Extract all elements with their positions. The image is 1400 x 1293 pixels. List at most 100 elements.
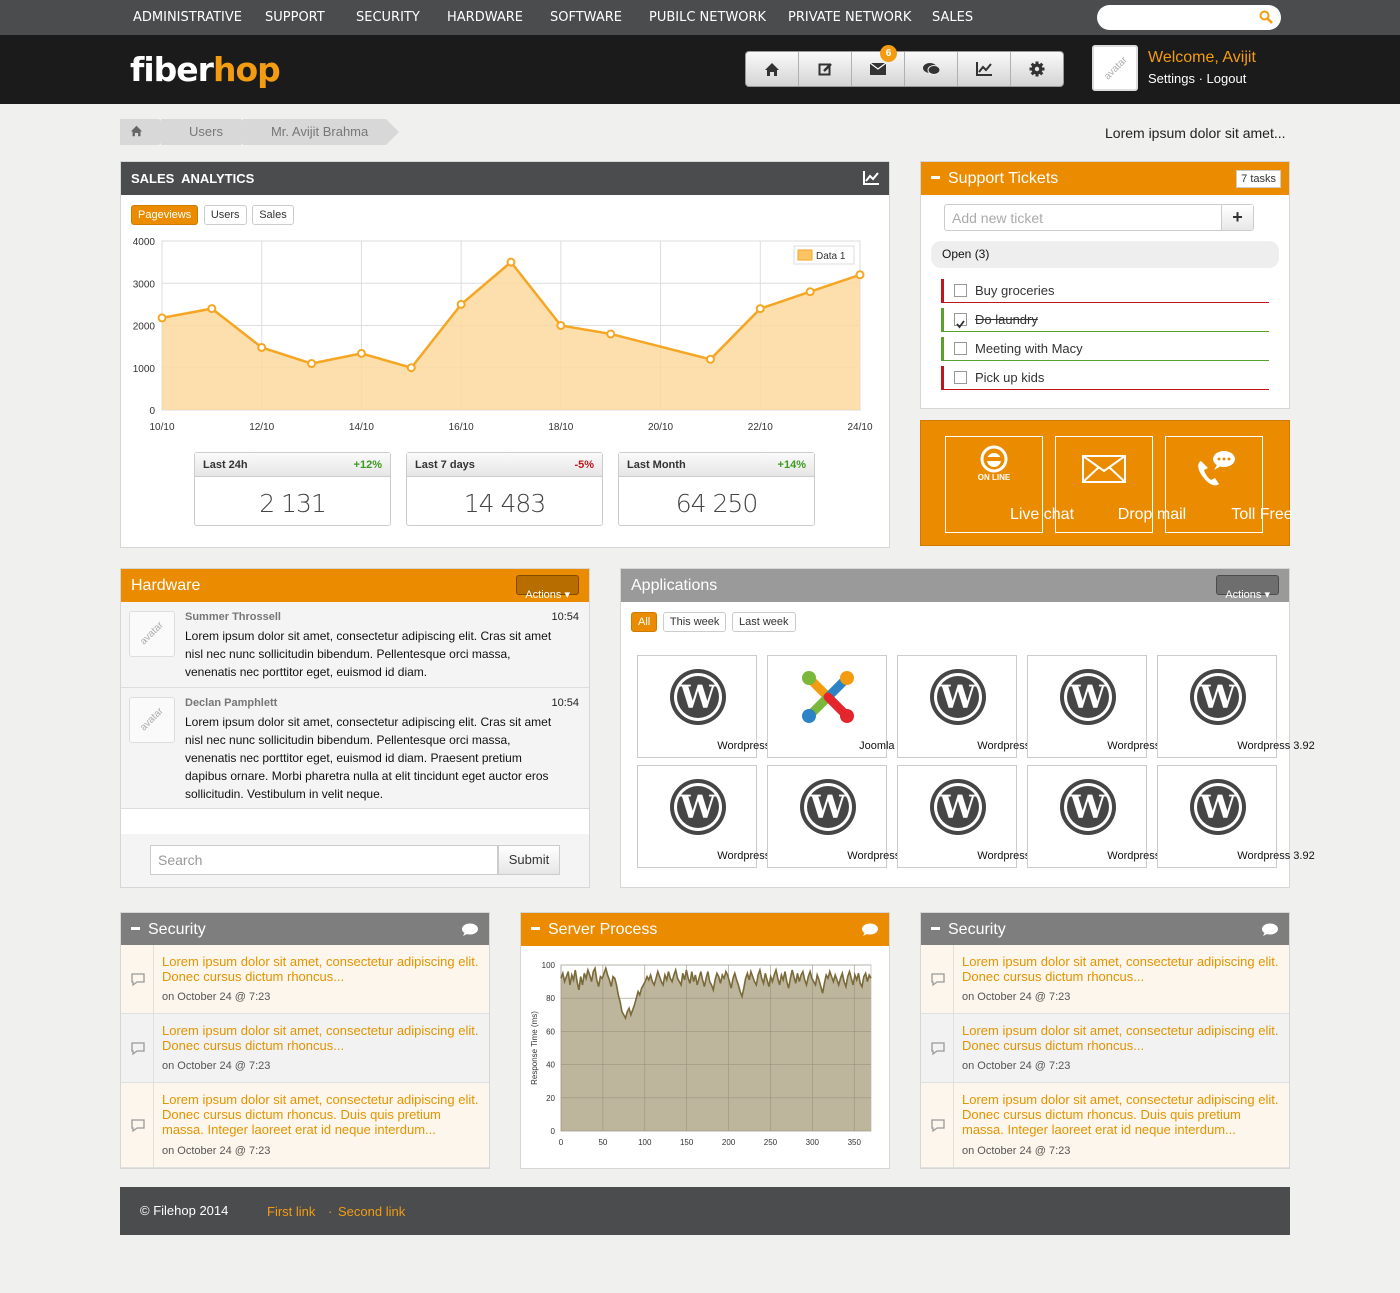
app-tile[interactable]: W Wordpress 3.92 (767, 765, 925, 868)
hardware-message[interactable]: avatar Declan Pamphlett 10:54 Lorem ipsu… (121, 688, 589, 809)
hardware-search-input[interactable]: Search (150, 845, 498, 875)
app-tile[interactable]: W Wordpress 3.92 (1027, 655, 1185, 758)
breadcrumb-user[interactable]: Mr. Avijit Brahma (242, 119, 400, 145)
nav-administrative[interactable]: ADMINISTRATIVE (133, 10, 242, 25)
security-item[interactable]: Lorem ipsum dolor sit amet, consectetur … (921, 1083, 1289, 1168)
security-item-text[interactable]: Lorem ipsum dolor sit amet, consectetur … (162, 1023, 482, 1053)
security-item[interactable]: Lorem ipsum dolor sit amet, consectetur … (121, 1083, 489, 1168)
app-tile[interactable]: Joomla 3.3 (767, 655, 913, 758)
filter-this-week[interactable]: This week (662, 612, 727, 632)
collapse-icon[interactable] (531, 927, 540, 931)
security-item-text[interactable]: Lorem ipsum dolor sit amet, consectetur … (962, 954, 1282, 984)
data-point[interactable] (506, 257, 516, 267)
nav-private-network[interactable]: PRIVATE NETWORK (788, 10, 911, 25)
tab-pageviews[interactable]: Pageviews (131, 205, 199, 225)
security-item[interactable]: Lorem ipsum dolor sit amet, consectetur … (921, 1014, 1289, 1083)
security-title: Security (948, 921, 1006, 938)
data-point[interactable] (456, 299, 466, 309)
security-item-text[interactable]: Lorem ipsum dolor sit amet, consectetur … (962, 1023, 1282, 1053)
task-item[interactable]: Do laundry (941, 308, 1269, 332)
hardware-message[interactable]: avatar Summer Throssell 10:54 Lorem ipsu… (121, 602, 589, 688)
toll-free-button[interactable]: Toll Free (1165, 436, 1293, 533)
task-checkbox[interactable] (954, 371, 967, 384)
filter-last-week[interactable]: Last week (732, 612, 796, 632)
applications-actions-button[interactable]: Actions ▾ (1216, 575, 1279, 601)
security-item[interactable]: Lorem ipsum dolor sit amet, consectetur … (121, 945, 489, 1014)
data-point[interactable] (207, 304, 217, 314)
data-point[interactable] (406, 363, 416, 373)
security-item-text[interactable]: Lorem ipsum dolor sit amet, consectetur … (162, 1092, 482, 1137)
data-point[interactable] (606, 329, 616, 339)
data-point[interactable] (356, 348, 366, 358)
data-point[interactable] (855, 270, 865, 280)
task-checkbox[interactable] (954, 313, 967, 329)
home-icon (130, 125, 143, 137)
logo[interactable]: fiberhop (130, 50, 281, 89)
data-point[interactable] (157, 313, 167, 323)
drop-mail-button[interactable]: Drop mail (1055, 436, 1186, 533)
task-checkbox[interactable] (954, 284, 967, 297)
security-item-text[interactable]: Lorem ipsum dolor sit amet, consectetur … (962, 1092, 1282, 1137)
top-search-input[interactable] (1097, 5, 1281, 30)
task-item[interactable]: Buy groceries (941, 279, 1269, 303)
chat-icon[interactable] (1262, 923, 1278, 936)
app-tile[interactable]: W Wordpress 3.92 (897, 655, 1055, 758)
nav-sales[interactable]: SALES (932, 10, 973, 25)
filter-all[interactable]: All (631, 612, 658, 632)
data-point[interactable] (556, 321, 566, 330)
data-point[interactable] (755, 304, 765, 314)
breadcrumb-users[interactable]: Users (161, 119, 254, 145)
breadcrumb-home[interactable] (120, 119, 172, 145)
footer-link-second[interactable]: Second link (338, 1204, 405, 1219)
avatar: avatar (129, 697, 175, 743)
app-tile[interactable]: W Wordpress 3.92 (1157, 765, 1315, 868)
app-tile[interactable]: W Wordpress 3.92 (1027, 765, 1185, 868)
collapse-icon[interactable] (931, 927, 940, 931)
submit-button[interactable]: Submit (498, 845, 560, 875)
settings-button[interactable] (1011, 52, 1063, 86)
stat-percent: -5% (574, 459, 594, 471)
task-item[interactable]: Meeting with Macy (941, 337, 1269, 361)
logout-link[interactable]: Logout (1207, 71, 1247, 86)
settings-link[interactable]: Settings (1148, 71, 1195, 86)
nav-hardware[interactable]: HARDWARE (447, 10, 523, 25)
user-avatar[interactable]: avatar (1092, 45, 1138, 91)
security-item[interactable]: Lorem ipsum dolor sit amet, consectetur … (921, 945, 1289, 1014)
data-point[interactable] (705, 354, 715, 364)
home-button[interactable] (746, 52, 799, 86)
task-checkbox[interactable] (954, 342, 967, 355)
live-chat-button[interactable]: ON LINE Live chat (945, 436, 1074, 533)
add-ticket-button[interactable]: + (1221, 205, 1253, 230)
chat-button[interactable] (905, 52, 958, 86)
app-tile[interactable]: W Wordpress 3.92 (637, 765, 795, 868)
collapse-icon[interactable] (131, 927, 140, 931)
new-ticket-input[interactable]: Add new ticket + (944, 204, 1254, 231)
hardware-actions-button[interactable]: Actions ▾ (516, 575, 579, 601)
security-item[interactable]: Lorem ipsum dolor sit amet, consectetur … (121, 1014, 489, 1083)
nav-software[interactable]: SOFTWARE (550, 10, 622, 25)
mail-button[interactable]: 6 (852, 45, 905, 86)
nav-public-network[interactable]: PUBILC NETWORK (649, 10, 766, 25)
chat-icon[interactable] (462, 923, 478, 936)
chat-icon[interactable] (862, 923, 878, 936)
comment-icon (931, 973, 945, 987)
tab-users[interactable]: Users (203, 205, 247, 225)
nav-support[interactable]: SUPPORT (265, 10, 325, 25)
tab-sales[interactable]: Sales (252, 205, 294, 225)
footer-link-first[interactable]: First link (267, 1204, 315, 1219)
security-item-text[interactable]: Lorem ipsum dolor sit amet, consectetur … (162, 954, 482, 984)
data-point[interactable] (307, 359, 317, 369)
data-point[interactable] (257, 342, 267, 352)
chart-icon[interactable] (863, 171, 880, 185)
chart-button[interactable] (958, 52, 1011, 86)
data-point[interactable] (805, 287, 815, 297)
search-icon[interactable] (1259, 10, 1273, 24)
collapse-icon[interactable] (931, 176, 940, 180)
edit-button[interactable] (799, 52, 852, 86)
open-group-label[interactable]: Open (3) (931, 241, 1279, 268)
task-item[interactable]: Pick up kids (941, 366, 1269, 390)
app-tile[interactable]: W Wordpress 3.92 (1157, 655, 1315, 758)
app-tile[interactable]: W Wordpress 3.92 (897, 765, 1055, 868)
nav-security[interactable]: SECURITY (356, 10, 420, 25)
app-tile[interactable]: W Wordpress 3.92 (637, 655, 795, 758)
